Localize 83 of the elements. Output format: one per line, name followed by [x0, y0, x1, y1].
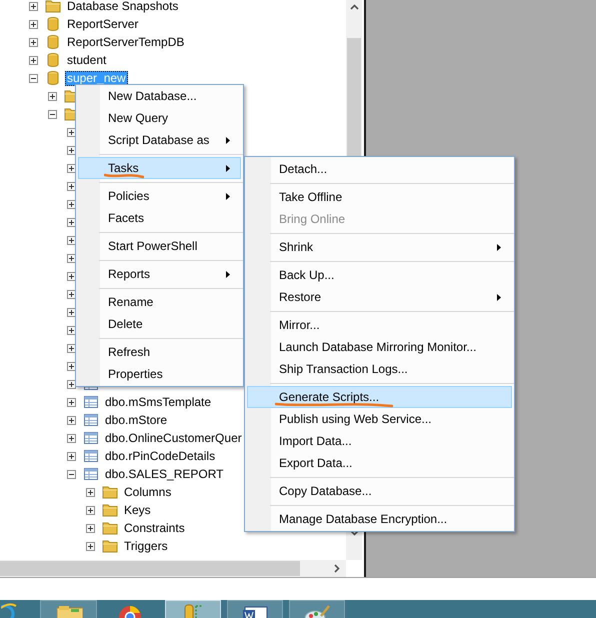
expand-icon[interactable]: [67, 272, 76, 280]
expand-icon[interactable]: [86, 542, 95, 550]
menu-item[interactable]: Mirror...: [247, 314, 512, 336]
menu-item[interactable]: Refresh: [78, 341, 241, 363]
menu-item[interactable]: Restore: [247, 286, 512, 308]
chrome-like-icon: [116, 603, 144, 618]
menu-item[interactable]: Manage Database Encryption...: [247, 508, 512, 530]
menu-item[interactable]: Facets: [78, 207, 241, 229]
expand-icon[interactable]: [29, 2, 38, 10]
expand-icon[interactable]: [48, 92, 57, 100]
scrollbar-thumb[interactable]: [0, 561, 300, 576]
expand-icon[interactable]: [67, 362, 76, 370]
menu-item[interactable]: New Database...: [78, 85, 241, 107]
menu-item[interactable]: Policies: [78, 185, 241, 207]
tree-item[interactable]: Keys: [122, 502, 153, 518]
menu-item[interactable]: Script Database as: [78, 129, 241, 151]
tree-item[interactable]: dbo.OnlineCustomerQuer: [103, 430, 244, 446]
tree-item[interactable]: ReportServer: [65, 16, 140, 32]
menu-item[interactable]: Shrink: [247, 236, 512, 258]
expand-icon[interactable]: [67, 218, 76, 226]
expand-icon[interactable]: [67, 182, 76, 190]
collapse-icon[interactable]: [48, 110, 57, 118]
menu-item[interactable]: Back Up...: [247, 264, 512, 286]
tree-item[interactable]: Constraints: [122, 520, 187, 536]
tree-item[interactable]: dbo.SALES_REPORT: [103, 466, 226, 482]
tree-item[interactable]: dbo.mStore: [103, 412, 170, 428]
expand-icon[interactable]: [67, 290, 76, 298]
expand-icon[interactable]: [67, 200, 76, 208]
expand-icon[interactable]: [86, 506, 95, 514]
expand-icon[interactable]: [67, 326, 76, 334]
tree-item[interactable]: dbo.rPinCodeDetails: [103, 448, 218, 464]
horizontal-scrollbar[interactable]: [0, 560, 346, 577]
menu-item[interactable]: Take Offline: [247, 186, 512, 208]
tree-item[interactable]: dbo.mSmsTemplate: [103, 394, 214, 410]
expand-icon[interactable]: [67, 434, 76, 442]
menu-item[interactable]: Import Data...: [247, 430, 512, 452]
expand-icon[interactable]: [67, 398, 76, 406]
menu-item[interactable]: Properties: [78, 363, 241, 385]
expand-icon[interactable]: [67, 128, 76, 136]
expand-icon[interactable]: [67, 308, 76, 316]
expand-icon[interactable]: [67, 380, 76, 388]
expand-icon[interactable]: [67, 236, 76, 244]
expand-icon[interactable]: [29, 56, 38, 64]
menu-item[interactable]: Copy Database...: [247, 480, 512, 502]
expand-icon[interactable]: [67, 452, 76, 460]
menu-item[interactable]: Generate Scripts...: [247, 386, 512, 408]
expand-icon[interactable]: [67, 416, 76, 424]
expand-icon[interactable]: [67, 344, 76, 352]
tree-item[interactable]: Columns: [122, 484, 174, 500]
menu-item[interactable]: Delete: [78, 313, 241, 335]
tree-item[interactable]: Database Snapshots: [65, 0, 180, 14]
menu-item[interactable]: Rename: [78, 291, 241, 313]
paint-palette-icon: [303, 604, 331, 618]
tree-item[interactable]: ReportServerTempDB: [65, 34, 186, 50]
folder-icon: [54, 604, 82, 618]
tree-item[interactable]: Triggers: [122, 538, 170, 554]
word-document-icon: [241, 604, 269, 618]
menu-item[interactable]: Start PowerShell: [78, 235, 241, 257]
expand-icon[interactable]: [67, 146, 76, 154]
expand-icon[interactable]: [67, 164, 76, 172]
menu-item[interactable]: Launch Database Mirroring Monitor...: [247, 336, 512, 358]
taskbar-button[interactable]: [227, 600, 283, 618]
expand-icon[interactable]: [86, 524, 95, 532]
expand-icon[interactable]: [67, 254, 76, 262]
menu-item[interactable]: Reports: [78, 263, 241, 285]
expand-icon[interactable]: [86, 488, 95, 496]
collapse-icon[interactable]: [29, 74, 38, 82]
menu-item[interactable]: New Query: [78, 107, 241, 129]
expand-icon[interactable]: [29, 38, 38, 46]
scroll-right-icon[interactable]: [334, 564, 340, 573]
scrollbar-thumb[interactable]: [347, 38, 361, 158]
collapse-icon[interactable]: [67, 470, 76, 478]
menu-item[interactable]: Ship Transaction Logs...: [247, 358, 512, 380]
scroll-down-icon[interactable]: [350, 530, 358, 536]
menu-item[interactable]: Detach...: [247, 158, 512, 180]
menu-item[interactable]: Export Data...: [247, 452, 512, 474]
expand-icon[interactable]: [29, 20, 38, 28]
menu-item[interactable]: Tasks: [78, 157, 241, 179]
scroll-up-icon[interactable]: [350, 4, 358, 10]
menu-item[interactable]: Publish using Web Service...: [247, 408, 512, 430]
tree-item[interactable]: student: [65, 52, 108, 68]
taskbar-button[interactable]: [289, 600, 345, 618]
browser-icon: [1, 603, 17, 618]
